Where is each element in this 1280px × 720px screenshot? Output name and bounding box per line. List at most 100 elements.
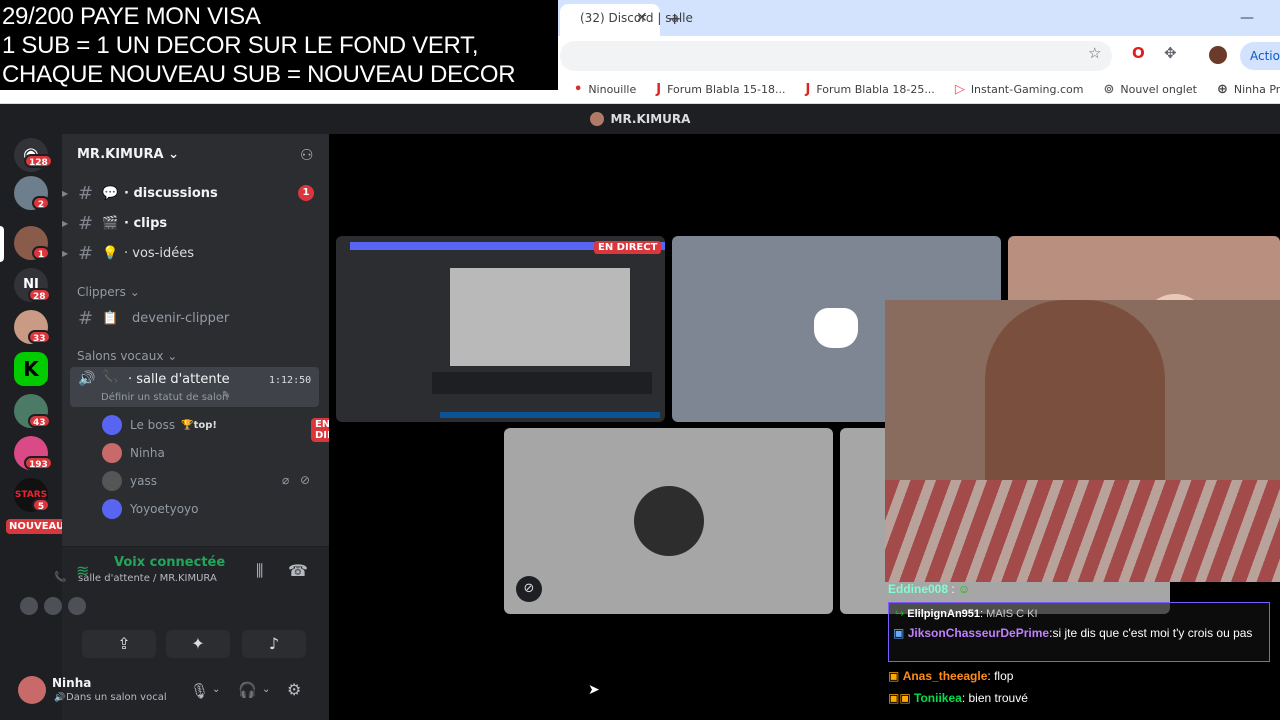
disconnect-icon[interactable]: ☎ [288,561,308,580]
kick-server-icon[interactable]: K [14,352,48,386]
channel-discussions[interactable]: ▶ # 💬 · discussions 1 [62,179,329,207]
chevron-down-icon: ⌄ [168,147,180,162]
channel-vos-idees[interactable]: ▶ # 💡 · vos-idées [62,239,329,267]
speaker-icon: 🔊 [78,371,96,387]
extensions-puzzle-icon[interactable]: ✥ [1164,44,1177,62]
minimize-icon[interactable]: — [1240,6,1254,30]
server-badge: 128 [24,154,53,168]
bookmark-new-tab[interactable]: ⊚ Nouvel onglet [1103,82,1197,97]
server-icon [589,112,604,126]
action-button[interactable]: Action [1240,42,1280,70]
overlay-line-3: CHAQUE NOUVEAU SUB = NOUVEAU DECOR [2,61,516,88]
badge-icon: ▣ [888,669,900,683]
chevron-down-icon: ⌄ [129,285,140,299]
reply-arrow-icon: ↪ [895,608,905,620]
category-voice[interactable]: Salons vocaux ⌄ [77,349,177,363]
clapper-icon: 🎬 [102,215,119,231]
microphone-icon[interactable]: 🎙 [190,682,209,700]
bookmark-star-icon[interactable]: ☆ [1088,44,1101,62]
chevron-down-icon[interactable]: ⌄ [262,684,270,695]
chat-message: Eddine008 : ☺ [888,582,971,596]
participant-tile-yass[interactable]: ⊘ [504,428,833,614]
activities-button[interactable]: ✦ [166,630,230,658]
window-title: MR.KIMURA [610,112,691,126]
stream-preview-tiles [432,372,652,394]
activity-icon-2[interactable] [44,597,62,615]
screen: (32) Discord | salle ✕ + — ☆ O ✥ Action … [0,0,1280,720]
profile-avatar[interactable] [1209,46,1227,64]
bookmark-forum-15-18[interactable]: J Forum Blabla 15-18... [656,82,785,97]
voice-member-yass[interactable]: yass [102,469,157,493]
voice-location[interactable]: salle d'attente / MR.KIMURA [78,573,217,584]
chat-message: ▣ JiksonChasseurDePrime:si jte dis que c… [893,626,1253,640]
set-channel-status[interactable]: Définir un statut de salon [101,392,228,403]
phone-icon: 📞 [102,370,119,385]
jv-icon: J [805,82,811,97]
stream-preview-frame [450,268,630,366]
selected-server-pill [0,226,4,262]
user-avatar[interactable] [18,676,46,704]
bookmark-ninouille[interactable]: • Ninouille [574,82,636,97]
opera-extension-icon[interactable]: O [1132,44,1145,62]
member-tag: 🏆top! [181,419,217,431]
server-badge: 5 [32,498,50,512]
omnibox[interactable] [560,41,1112,71]
noise-suppression-icon[interactable]: ⫼ [256,561,263,581]
soundboard-button[interactable]: ♪ [242,630,306,658]
category-clippers[interactable]: Clippers ⌄ [77,285,140,299]
muted-mic-icon: ⌀ [282,473,290,487]
activity-icon-1[interactable] [20,597,38,615]
badge-icon: ▣ [893,626,905,640]
stream-preview-taskbar [440,412,660,418]
discord-logo-icon [814,308,858,348]
add-member-icon[interactable]: ⚇ [300,146,313,164]
unread-badge: 1 [298,185,314,201]
settings-gear-icon[interactable]: ⚙ [287,680,301,699]
server-badge: 193 [24,456,53,470]
voice-member-leboss[interactable]: Le boss 🏆top! [102,413,217,437]
voice-member-yoyoetyoyo[interactable]: Yoyoetyoyo [102,497,199,521]
channel-clips[interactable]: ▶ # 🎬 · clips [62,209,329,237]
stream-tile-leboss[interactable]: EN DIRECT [336,236,665,422]
pencil-icon[interactable]: ✎ [222,390,230,401]
avatar [102,499,122,519]
voice-connected-status[interactable]: Voix connectée [114,555,225,570]
user-name: Ninha [52,676,92,690]
new-tab-icon: ⊚ [1103,82,1115,97]
user-status: Dans un salon vocal [66,692,167,703]
chat-reply: ↪ ElilpignAn951: MAIS C KI [895,608,1038,620]
guild-name-header[interactable]: MR.KIMURA ⌄ [77,147,179,162]
headphones-icon[interactable]: 🎧 [238,681,257,699]
tab-close-icon[interactable]: ✕ [636,6,648,30]
chevron-down-icon[interactable]: ⌄ [212,684,220,695]
avatar [102,471,122,491]
text-channel-icon: # [78,242,94,264]
activity-icon-3[interactable] [68,597,86,615]
chat-message: ▣▣ Toniikea: bien trouvé [888,691,1028,705]
clipboard-icon: 📋 [102,310,119,326]
server-badge: 33 [28,330,51,344]
webcam-shirt [885,480,1280,582]
bookmark-instant-gaming[interactable]: ▷ Instant-Gaming.com [955,82,1084,97]
screen-share-button[interactable]: ⇪ [92,630,156,658]
server-badge: 2 [32,196,50,210]
deafened-icon: ⊘ [300,473,311,487]
ninouille-icon: • [574,82,583,97]
discord-title-bar: MR.KIMURA [0,104,1280,134]
participant-avatar [634,486,704,556]
collapse-arrow-icon: ▶ [62,218,69,228]
server-list: ◉ 128 2 1 NI 28 33 K 43 193 STARS 5 NOUV… [0,134,68,720]
stream-overlay-banner: 29/200 PAYE MON VISA 1 SUB = 1 UN DECOR … [0,0,558,90]
voice-channel-salle-attente[interactable]: 🔊 📞 · salle d'attente 1:12:50 Définir un… [70,367,319,407]
text-channel-icon: # [78,307,94,329]
voice-member-ninha[interactable]: Ninha [102,441,165,465]
avatar [102,443,122,463]
bookmark-forum-18-25[interactable]: J Forum Blabla 18-25... [806,82,935,97]
new-tab-plus-icon[interactable]: + [668,6,681,30]
bookmark-ninha-predictions[interactable]: ⊕Ninha Predictions [1217,82,1280,97]
phone-small-icon: 📞 [54,572,67,583]
chevron-down-icon: ⌄ [167,349,178,363]
channel-devenir-clipper[interactable]: # 📋 devenir-clipper [62,304,329,332]
voice-status-icon: 🔊 [54,693,66,703]
server-badge: 1 [32,246,50,260]
